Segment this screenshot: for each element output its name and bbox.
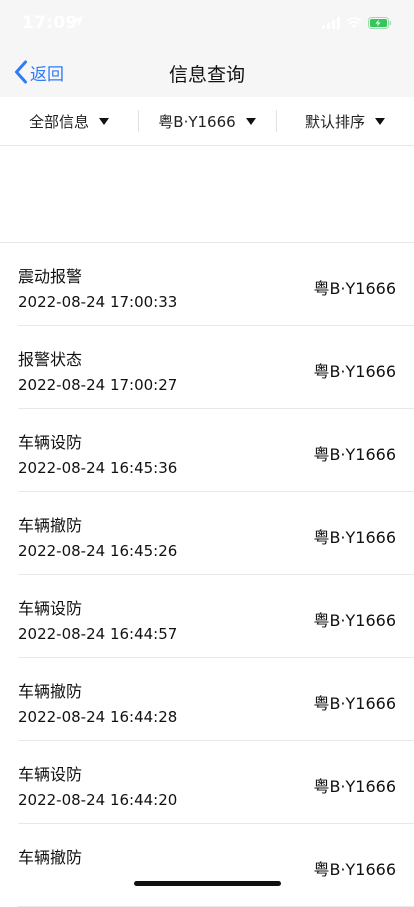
record-time: 2022-08-24 17:00:33 — [18, 293, 178, 311]
record-plate: 粤B·Y1666 — [313, 611, 396, 630]
battery-charging-icon — [368, 17, 392, 29]
status-icons — [322, 16, 392, 30]
filter-info-type[interactable]: 全部信息 — [0, 97, 138, 145]
status-bar: 17:09 — [0, 0, 414, 48]
wifi-icon — [346, 17, 362, 29]
record-plate: 粤B·Y1666 — [313, 445, 396, 464]
record-title: 车辆撤防 — [18, 848, 83, 867]
record-title: 车辆设防 — [18, 433, 83, 452]
filter-label: 默认排序 — [304, 112, 365, 131]
filter-bar: 全部信息 粤B·Y1666 默认排序 — [0, 97, 414, 146]
filter-vehicle[interactable]: 粤B·Y1666 — [138, 97, 276, 145]
record-time: 2022-08-24 16:44:20 — [18, 791, 178, 809]
record-time: 2022-08-24 16:45:36 — [18, 459, 178, 477]
location-arrow-icon — [73, 16, 83, 26]
record-plate: 粤B·Y1666 — [313, 528, 396, 547]
record-plate: 粤B·Y1666 — [313, 777, 396, 796]
record-time: 2022-08-24 16:45:26 — [18, 542, 178, 560]
record-title: 车辆设防 — [18, 765, 83, 784]
status-time: 17:09 — [22, 13, 78, 33]
record-time: 2022-08-24 16:44:57 — [18, 625, 178, 643]
record-title: 报警状态 — [18, 350, 83, 369]
caret-down-icon — [99, 117, 109, 125]
filter-label: 全部信息 — [28, 112, 89, 131]
caret-down-icon — [245, 117, 256, 125]
record-title: 车辆撤防 — [18, 516, 83, 535]
list-item[interactable]: 车辆撤防 2022-08-24 16:44:28 粤B·Y1666 — [18, 658, 414, 741]
record-list: 震动报警 2022-08-24 17:00:33 粤B·Y1666 报警状态 2… — [0, 243, 414, 907]
record-title: 车辆设防 — [18, 599, 83, 618]
nav-bar: 返回 信息查询 — [0, 48, 414, 97]
record-plate: 粤B·Y1666 — [313, 694, 396, 713]
list-item[interactable]: 报警状态 2022-08-24 17:00:27 粤B·Y1666 — [18, 326, 414, 409]
list-item[interactable]: 震动报警 2022-08-24 17:00:33 粤B·Y1666 — [18, 243, 414, 326]
page-title: 信息查询 — [168, 64, 245, 86]
record-time: 2022-08-24 16:44:28 — [18, 708, 178, 726]
app-header: 17:09 返回 信息查询 — [0, 0, 414, 97]
record-title: 车辆撤防 — [18, 682, 83, 701]
list-item[interactable]: 车辆撤防 2022-08-24 16:45:26 粤B·Y1666 — [18, 492, 414, 575]
signal-icon — [322, 17, 340, 29]
record-plate: 粤B·Y1666 — [313, 362, 396, 381]
list-item[interactable]: 车辆设防 2022-08-24 16:44:57 粤B·Y1666 — [18, 575, 414, 658]
record-time: 2022-08-24 17:00:27 — [18, 376, 178, 394]
record-plate: 粤B·Y1666 — [313, 860, 396, 879]
list-item[interactable]: 车辆设防 2022-08-24 16:45:36 粤B·Y1666 — [18, 409, 414, 492]
list-item[interactable]: 车辆撤防 粤B·Y1666 — [18, 824, 414, 907]
home-indicator — [134, 881, 281, 886]
record-plate: 粤B·Y1666 — [313, 279, 396, 298]
caret-down-icon — [375, 117, 385, 125]
record-title: 震动报警 — [18, 267, 83, 286]
filter-label: 粤B·Y1666 — [158, 112, 236, 131]
blank-area — [0, 146, 414, 243]
filter-sort[interactable]: 默认排序 — [276, 97, 414, 145]
list-item[interactable]: 车辆设防 2022-08-24 16:44:20 粤B·Y1666 — [18, 741, 414, 824]
